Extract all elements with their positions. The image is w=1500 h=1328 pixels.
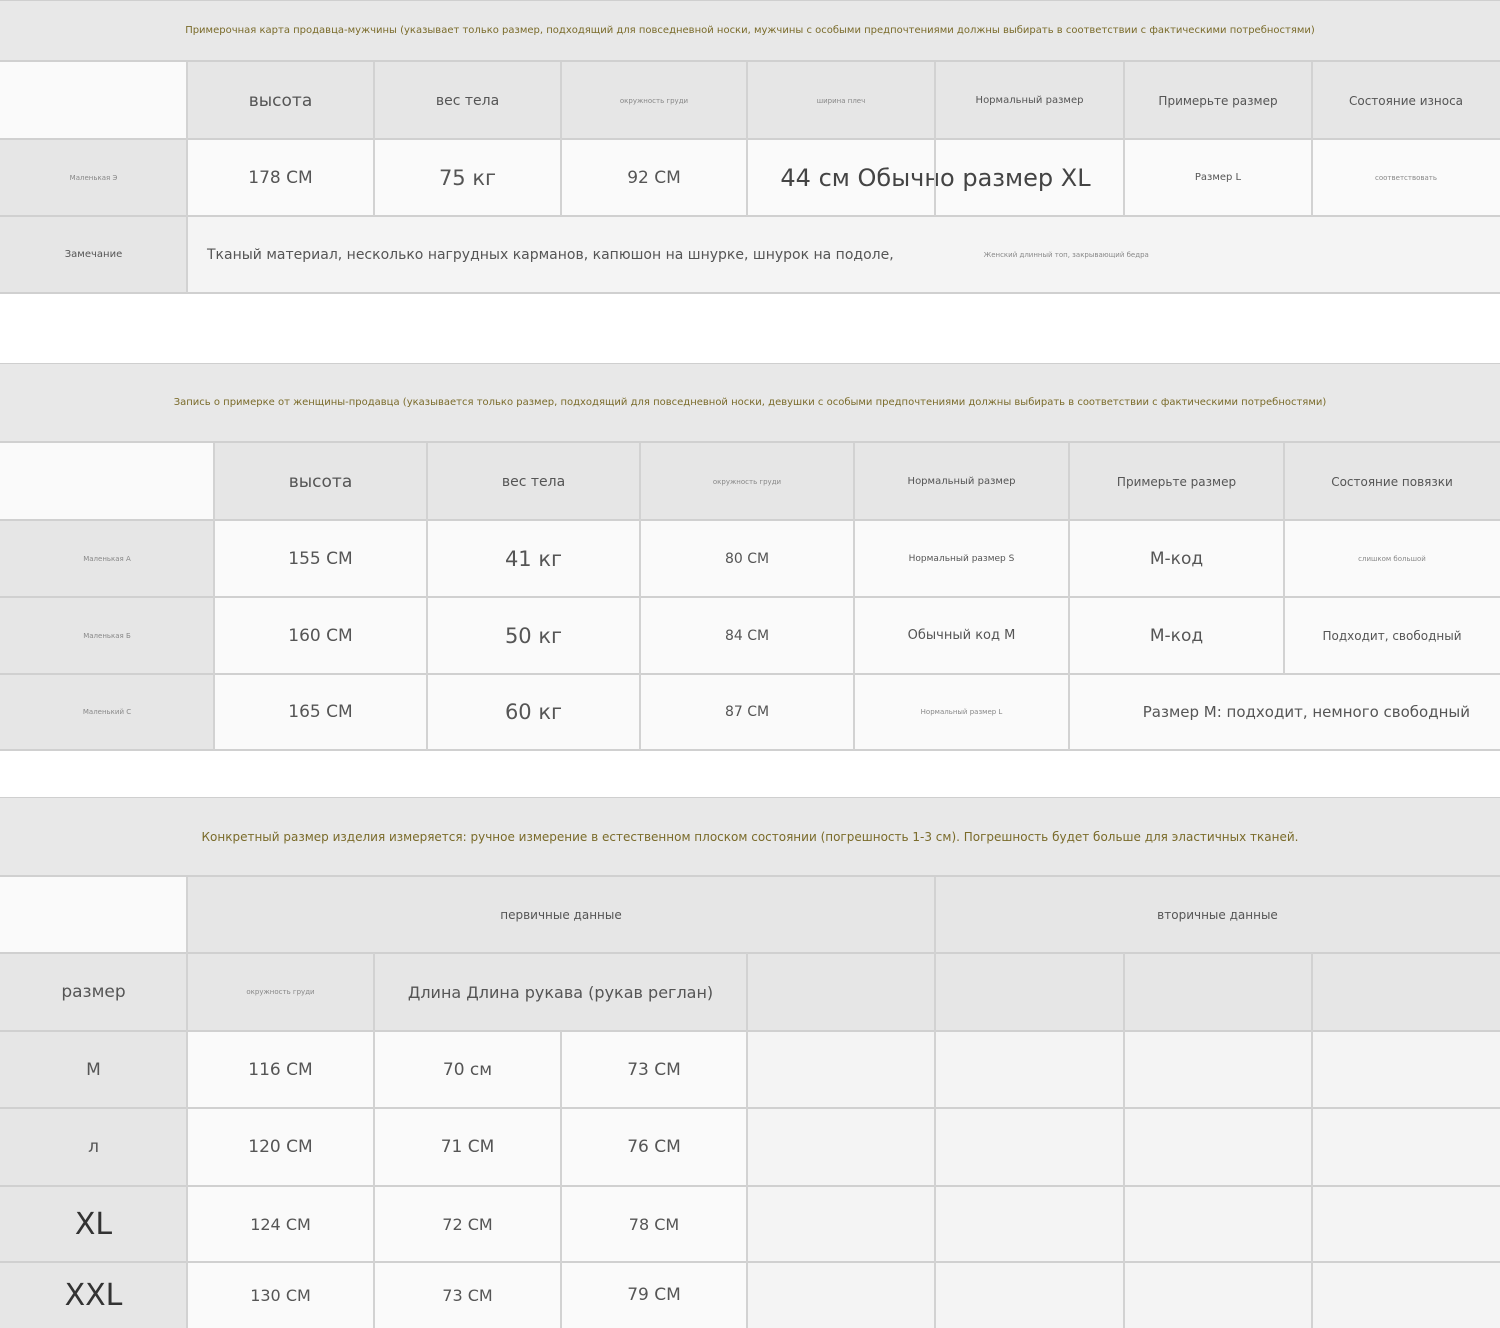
male-header-shoulder: ширина плеч [747, 62, 935, 139]
female-row-weight: 50 кг [427, 597, 640, 674]
female-row-weight: 60 кг [427, 674, 640, 750]
male-note-cell: Тканый материал, несколько нагрудных кар… [187, 216, 1500, 293]
male-header-height: высота [187, 62, 374, 139]
product-empty-header [935, 953, 1124, 1031]
female-row-fit: Подходит, свободный [1284, 597, 1500, 674]
product-empty-header [747, 953, 935, 1031]
product-empty-header [1124, 953, 1312, 1031]
female-header-weight: вес тела [427, 443, 640, 520]
female-header-try-size: Примерьте размер [1069, 443, 1284, 520]
female-header-fit: Состояние повязки [1284, 443, 1500, 520]
male-row-name: Маленькая Э [0, 139, 187, 216]
male-header-weight: вес тела [374, 62, 561, 139]
female-row-try-fit: Размер М: подходит, немного свободный [1069, 674, 1500, 750]
product-size-header: размер [0, 953, 187, 1031]
female-row-name: Маленький С [0, 674, 214, 750]
female-row-name: Маленькая Б [0, 597, 214, 674]
product-size-cell: М [0, 1031, 187, 1108]
product-chest-cell: 116 СМ [187, 1031, 374, 1108]
product-length-cell: 70 см [374, 1031, 561, 1108]
female-row-normal-size: Нормальный размер S [854, 520, 1069, 597]
product-sleeve-cell: 78 СМ [561, 1186, 747, 1262]
product-size-cell: XL [0, 1186, 187, 1262]
male-header-try-size: Примерьте размер [1124, 62, 1312, 139]
male-table-banner: Примерочная карта продавца-мужчины (указ… [0, 0, 1500, 62]
product-empty-header [1312, 953, 1500, 1031]
female-row-chest: 84 СМ [640, 597, 854, 674]
product-sleeve-cell: 73 СМ [561, 1031, 747, 1108]
female-header-height: высота [214, 443, 427, 520]
product-table-banner: Конкретный размер изделия измеряется: ру… [0, 797, 1500, 877]
product-secondary-data-header: вторичные данные [935, 877, 1500, 953]
product-size-cell: XXL [0, 1262, 187, 1328]
female-row-chest: 80 СМ [640, 520, 854, 597]
female-row-height: 160 СМ [214, 597, 427, 674]
male-row-weight: 75 кг [374, 139, 561, 216]
product-length-sleeve-header: Длина Длина рукава (рукав реглан) [374, 953, 747, 1031]
product-primary-data-header: первичные данные [187, 877, 935, 953]
product-size-cell: л [0, 1108, 187, 1186]
female-header-chest: окружность груди [640, 443, 854, 520]
female-row-try-size: М-код [1069, 597, 1284, 674]
female-row-chest: 87 СМ [640, 674, 854, 750]
female-row-fit: слишком большой [1284, 520, 1500, 597]
female-table-banner: Запись о примерке от женщины-продавца (у… [0, 363, 1500, 443]
male-row-try-size: Размер L [1124, 139, 1312, 216]
male-row-chest: 92 СМ [561, 139, 747, 216]
male-header-empty [0, 62, 187, 139]
product-chest-header: окружность груди [187, 953, 374, 1031]
product-chest-cell: 124 СМ [187, 1186, 374, 1262]
female-header-normal-size: Нормальный размер [854, 443, 1069, 520]
product-chest-cell: 130 СМ [187, 1262, 374, 1328]
product-length-cell: 71 СМ [374, 1108, 561, 1186]
product-length-cell: 72 СМ [374, 1186, 561, 1262]
female-row-normal-size: Обычный код М [854, 597, 1069, 674]
male-header-normal-size: Нормальный размер [935, 62, 1124, 139]
female-header-empty [0, 443, 214, 520]
male-header-fit: Состояние износа [1312, 62, 1500, 139]
male-note-text: Тканый материал, несколько нагрудных кар… [207, 246, 894, 263]
product-sleeve-cell: 79 СМ [561, 1262, 747, 1328]
product-length-cell: 73 СМ [374, 1262, 561, 1328]
female-row-height: 165 СМ [214, 674, 427, 750]
male-row-fit: соответствовать [1312, 139, 1500, 216]
female-row-normal-size: Нормальный размер L [854, 674, 1069, 750]
male-note-label: Замечание [0, 216, 187, 293]
female-row-height: 155 СМ [214, 520, 427, 597]
product-chest-cell: 120 СМ [187, 1108, 374, 1186]
female-row-name: Маленькая А [0, 520, 214, 597]
male-row-height: 178 СМ [187, 139, 374, 216]
male-note-extra: Женский длинный топ, закрывающий бедра [983, 250, 1149, 259]
product-sleeve-cell: 76 СМ [561, 1108, 747, 1186]
product-group-empty [0, 877, 187, 953]
male-header-chest: окружность груди [561, 62, 747, 139]
female-row-weight: 41 кг [427, 520, 640, 597]
female-row-try-size: М-код [1069, 520, 1284, 597]
